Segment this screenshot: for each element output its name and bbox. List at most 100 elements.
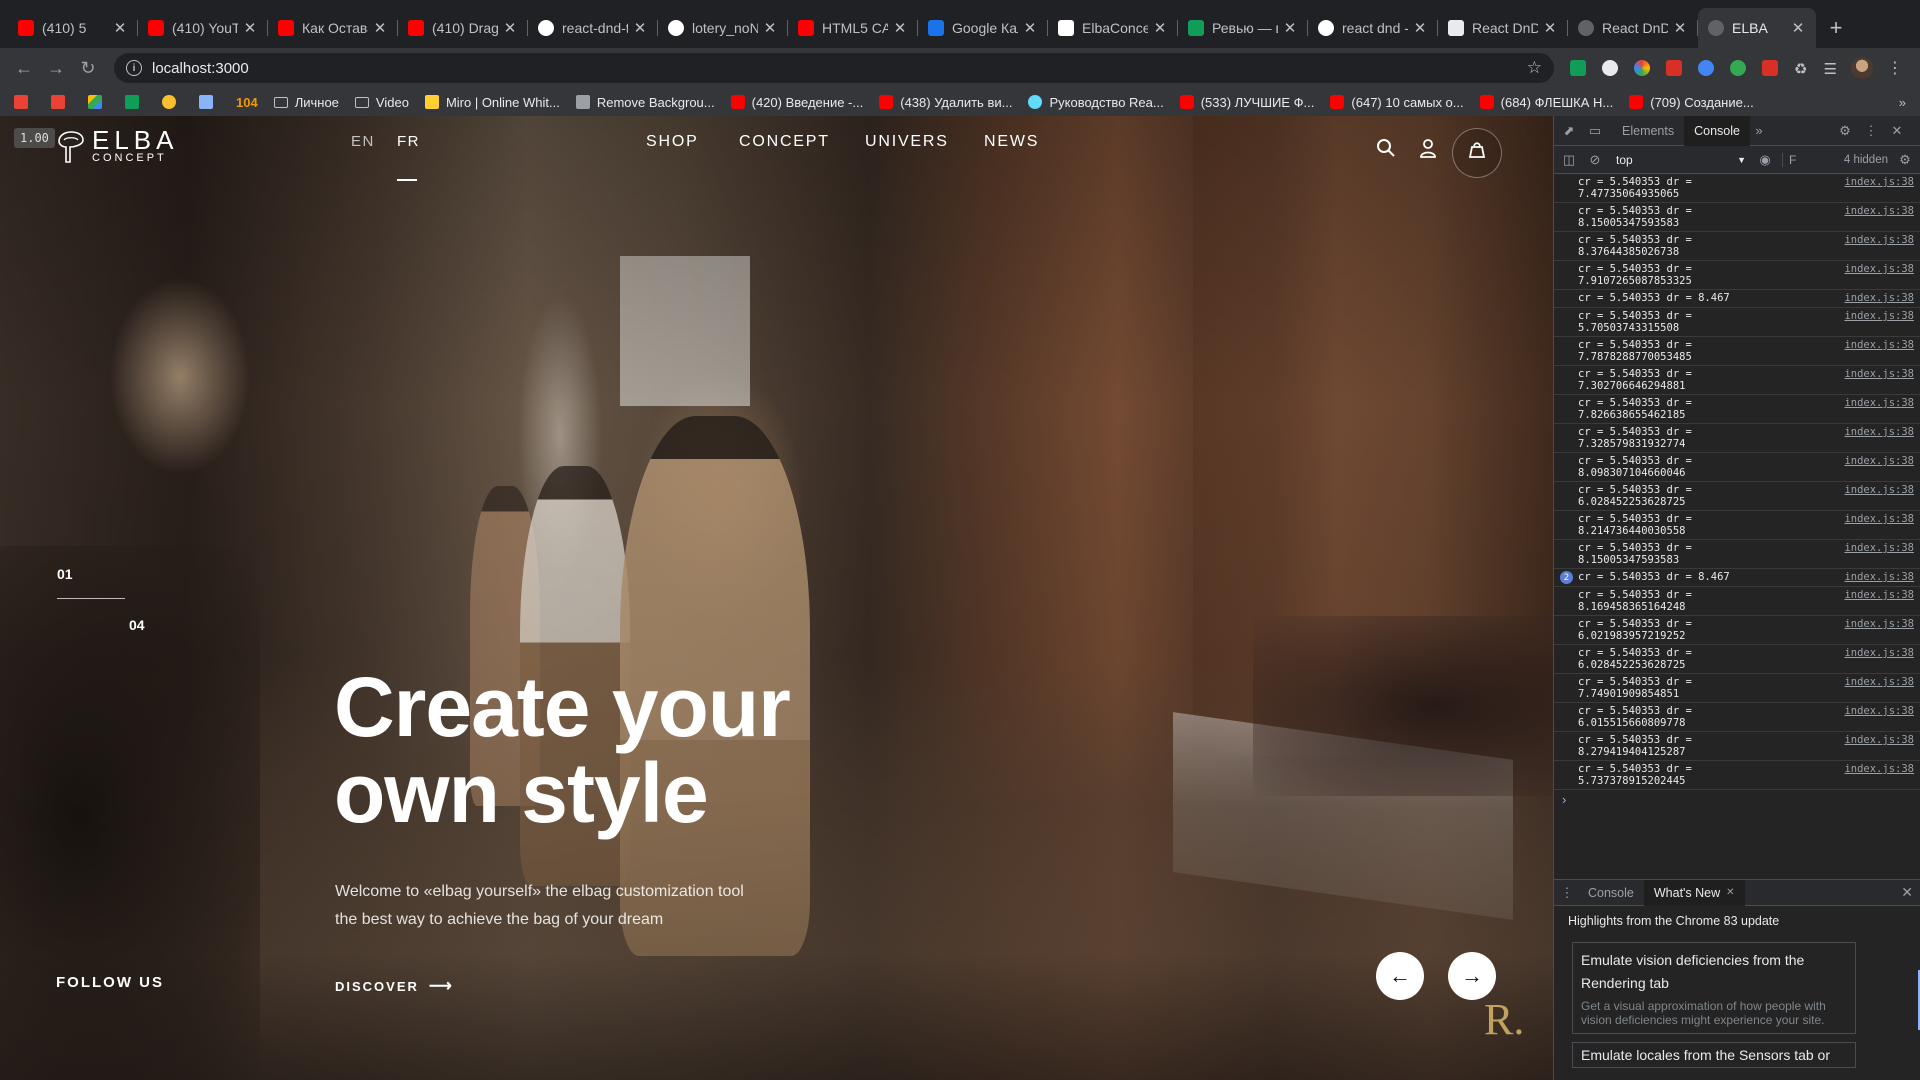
menu-kebab-icon[interactable]: ⋮	[1887, 58, 1903, 78]
log-source-link[interactable]: index.js:38	[1844, 368, 1914, 392]
browser-tab[interactable]: Ревью — в ✕	[1178, 8, 1308, 48]
extension-icon[interactable]	[1570, 60, 1586, 76]
new-tab-button[interactable]: +	[1816, 8, 1856, 48]
extension-icon[interactable]	[1698, 60, 1714, 76]
nav-shop[interactable]: SHOP	[646, 133, 699, 151]
devtools-menu-icon[interactable]: ⋮	[1862, 122, 1880, 140]
site-info-icon[interactable]: i	[126, 60, 142, 76]
back-button[interactable]: ←	[10, 54, 38, 82]
log-source-link[interactable]: index.js:38	[1844, 234, 1914, 258]
close-tab-icon[interactable]: ✕	[1152, 19, 1168, 37]
bookmark-item[interactable]: (647) 10 самых о...	[1330, 95, 1464, 110]
bookmark-item[interactable]: (533) ЛУЧШИЕ Ф...	[1179, 95, 1314, 110]
url-text[interactable]: localhost:3000	[152, 60, 1527, 77]
bookmark-star-icon[interactable]: ☆	[1527, 58, 1542, 78]
log-source-link[interactable]: index.js:38	[1844, 339, 1914, 363]
browser-tab[interactable]: ELBA ✕	[1698, 8, 1816, 48]
filter-input[interactable]: F	[1782, 152, 1796, 167]
log-source-link[interactable]: index.js:38	[1844, 263, 1914, 287]
bookmark-item[interactable]: (709) Создание...	[1629, 95, 1754, 110]
log-source-link[interactable]: index.js:38	[1844, 705, 1914, 729]
bookmark-item[interactable]: (420) Введение -...	[730, 95, 863, 110]
close-tab-icon[interactable]: ✕	[1022, 19, 1038, 37]
browser-tab[interactable]: Google Кал ✕	[918, 8, 1048, 48]
search-icon[interactable]	[1376, 138, 1396, 158]
browser-tab[interactable]: react-dnd-t ✕	[528, 8, 658, 48]
whats-new-card[interactable]: Emulate vision deficiencies from the Ren…	[1572, 942, 1856, 1034]
log-source-link[interactable]: index.js:38	[1844, 763, 1914, 787]
lang-fr-link[interactable]: FR	[397, 133, 420, 150]
site-logo[interactable]: ELBA CONCEPT	[56, 127, 179, 164]
browser-tab[interactable]: (410) 5 ✕	[8, 8, 138, 48]
lang-en-link[interactable]: EN	[351, 133, 375, 150]
close-tab-icon[interactable]: ✕	[632, 19, 648, 37]
reading-list-icon[interactable]: ☰	[1823, 60, 1836, 78]
whats-new-card[interactable]: Emulate locales from the Sensors tab or	[1572, 1042, 1856, 1068]
close-tab-icon[interactable]: ✕	[1282, 19, 1298, 37]
log-source-link[interactable]: index.js:38	[1844, 513, 1914, 537]
nav-news[interactable]: NEWS	[984, 133, 1039, 151]
bookmark-item[interactable]	[125, 95, 146, 109]
device-toolbar-icon[interactable]: ▭	[1586, 122, 1604, 140]
log-source-link[interactable]: index.js:38	[1844, 571, 1914, 584]
bookmark-item[interactable]: 104	[236, 95, 258, 110]
reload-button[interactable]: ↻	[74, 54, 102, 82]
bookmark-item[interactable]: Video	[354, 95, 409, 110]
bookmark-item[interactable]: (438) Удалить ви...	[879, 95, 1012, 110]
slide-next-button[interactable]: →	[1448, 952, 1496, 1000]
console-settings-gear-icon[interactable]: ⚙	[1896, 151, 1914, 169]
bookmarks-overflow-icon[interactable]: »	[1899, 95, 1906, 110]
close-tab-icon[interactable]: ✕	[112, 19, 128, 37]
close-tab-icon[interactable]: ✕	[242, 19, 258, 37]
close-icon[interactable]: ✕	[1888, 122, 1906, 140]
close-tab-icon[interactable]: ✕	[1790, 19, 1806, 37]
close-tab-icon[interactable]: ✕	[1672, 19, 1688, 37]
browser-tab[interactable]: Как Оставаться✕	[268, 8, 398, 48]
close-tab-icon[interactable]: ✕	[1542, 19, 1558, 37]
forward-button[interactable]: →	[42, 54, 70, 82]
log-source-link[interactable]: index.js:38	[1844, 205, 1914, 229]
browser-tab[interactable]: ElbaConce ✕	[1048, 8, 1178, 48]
context-select[interactable]: top ▼	[1616, 153, 1746, 167]
discover-link[interactable]: DISCOVER ⟶	[335, 976, 454, 996]
extension-icon[interactable]	[1730, 60, 1746, 76]
log-source-link[interactable]: index.js:38	[1844, 618, 1914, 642]
log-source-link[interactable]: index.js:38	[1844, 292, 1914, 305]
extension-icon[interactable]	[1602, 60, 1618, 76]
tab-console[interactable]: Console	[1684, 115, 1750, 146]
log-source-link[interactable]: index.js:38	[1844, 310, 1914, 334]
address-bar[interactable]: i localhost:3000 ☆	[114, 53, 1554, 83]
follow-us-label[interactable]: FOLLOW US	[56, 974, 164, 991]
close-tab-icon[interactable]: ✕	[1726, 887, 1734, 898]
close-tab-icon[interactable]: ✕	[892, 19, 908, 37]
nav-concept[interactable]: CONCEPT	[739, 133, 830, 151]
bookmark-item[interactable]	[88, 95, 109, 109]
log-source-link[interactable]: index.js:38	[1844, 484, 1914, 508]
slide-prev-button[interactable]: ←	[1376, 952, 1424, 1000]
clear-console-icon[interactable]: ⊘	[1586, 151, 1604, 169]
browser-tab[interactable]: (410) YouTube✕	[138, 8, 268, 48]
log-source-link[interactable]: index.js:38	[1844, 455, 1914, 479]
settings-gear-icon[interactable]: ⚙	[1836, 122, 1854, 140]
log-source-link[interactable]: index.js:38	[1844, 647, 1914, 671]
sidebar-toggle-icon[interactable]: ◫	[1560, 151, 1578, 169]
drawer-tab-console[interactable]: Console	[1578, 880, 1644, 906]
bookmark-item[interactable]	[162, 95, 183, 109]
bookmark-item[interactable]: (684) ФЛЕШКА Н...	[1479, 95, 1613, 110]
drawer-tab-whats-new[interactable]: What's New ✕	[1643, 879, 1745, 906]
close-drawer-icon[interactable]: ✕	[1901, 884, 1913, 901]
log-source-link[interactable]: index.js:38	[1844, 397, 1914, 421]
profile-avatar[interactable]	[1850, 57, 1873, 79]
log-source-link[interactable]: index.js:38	[1844, 676, 1914, 700]
close-tab-icon[interactable]: ✕	[1412, 19, 1428, 37]
puzzle-icon[interactable]: ♻	[1794, 60, 1807, 78]
bookmark-item[interactable]: Miro | Online Whit...	[424, 95, 560, 110]
log-source-link[interactable]: index.js:38	[1844, 426, 1914, 450]
bookmark-item[interactable]	[51, 95, 72, 109]
nav-univers[interactable]: UNIVERS	[865, 133, 949, 151]
bookmark-item[interactable]: Руководство Rea...	[1028, 95, 1164, 110]
browser-tab[interactable]: react dnd - ✕	[1308, 8, 1438, 48]
eye-icon[interactable]: ◉	[1756, 151, 1774, 169]
browser-tab[interactable]: HTML5 CAI ✕	[788, 8, 918, 48]
browser-tab[interactable]: (410) Drag ✕	[398, 8, 528, 48]
